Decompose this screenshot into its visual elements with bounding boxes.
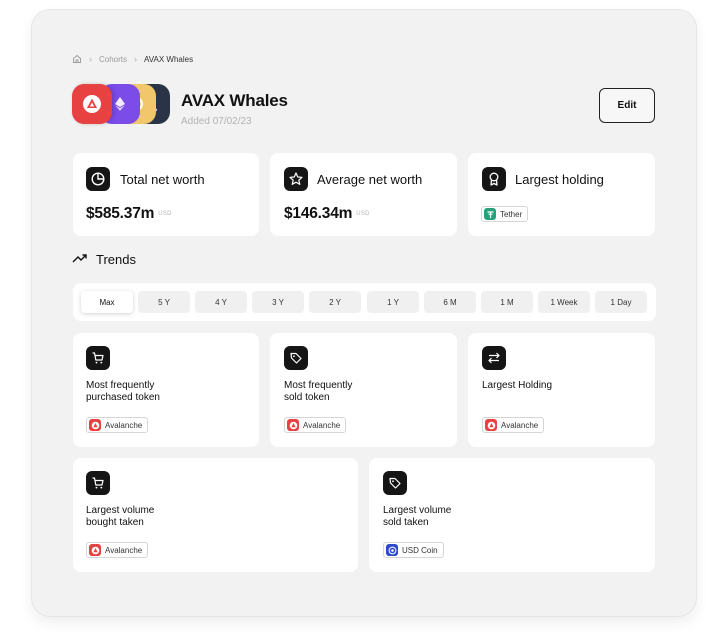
tag-icon	[383, 471, 407, 495]
token-chip[interactable]: Avalanche	[86, 542, 149, 558]
stat-label: Largest holding	[515, 172, 604, 187]
edit-button[interactable]: Edit	[599, 88, 655, 123]
pie-chart-icon	[86, 167, 110, 191]
currency-unit: USD	[158, 211, 172, 217]
tab-1-week[interactable]: 1 Week	[538, 291, 590, 313]
avalanche-icon	[89, 419, 101, 431]
metric-label-line: Largest volume	[86, 505, 155, 516]
page-title: AVAX Whales	[181, 91, 288, 110]
tab-1-day[interactable]: 1 Day	[595, 291, 647, 313]
stat-value: $585.37m USD	[86, 205, 172, 223]
usd-coin-icon	[386, 544, 398, 556]
tab-4y[interactable]: 4 Y	[195, 291, 247, 313]
avalanche-icon	[485, 419, 497, 431]
cohort-token-logos	[72, 84, 172, 126]
avalanche-icon	[287, 419, 299, 431]
metric-label-line: bought taken	[86, 517, 144, 528]
metric-label: Largest Holding	[482, 380, 552, 392]
time-range-tabs: Max 5 Y 4 Y 3 Y 2 Y 1 Y 6 M 1 M 1 Week 1…	[73, 283, 656, 321]
stat-card-average-net-worth: Average net worth $146.34m USD	[270, 153, 457, 236]
stat-amount: $585.37m	[86, 205, 155, 222]
swap-icon	[482, 346, 506, 370]
chevron-right-icon: ›	[89, 54, 92, 64]
token-chip[interactable]: Tether	[481, 206, 529, 222]
token-chip[interactable]: USD Coin	[383, 542, 444, 558]
avalanche-logo-icon	[72, 84, 112, 124]
award-icon	[482, 167, 506, 191]
stat-card-largest-holding: Largest holding Tether	[468, 153, 655, 236]
token-name: Avalanche	[105, 545, 143, 555]
tag-icon	[284, 346, 308, 370]
cart-icon	[86, 471, 110, 495]
trends-header: Trends	[72, 252, 136, 267]
trending-up-icon	[72, 252, 88, 267]
token-chip[interactable]: Avalanche	[284, 417, 347, 433]
tab-3y[interactable]: 3 Y	[252, 291, 304, 313]
metric-card-largest-volume-sold: Largest volume sold taken USD Coin	[369, 458, 655, 572]
tab-1y[interactable]: 1 Y	[367, 291, 419, 313]
tab-5y[interactable]: 5 Y	[138, 291, 190, 313]
token-chip[interactable]: Avalanche	[86, 417, 149, 433]
metric-label: Most frequently purchased token	[86, 380, 160, 404]
tab-1m[interactable]: 1 M	[481, 291, 533, 313]
tab-2y[interactable]: 2 Y	[309, 291, 361, 313]
stat-card-total-net-worth: Total net worth $585.37m USD	[73, 153, 259, 236]
currency-unit: USD	[356, 211, 370, 217]
trends-title: Trends	[96, 252, 136, 267]
metric-label-line: Largest volume	[383, 505, 452, 516]
metric-label-line: sold token	[284, 392, 330, 403]
star-icon	[284, 167, 308, 191]
metric-label-line: Most frequently	[284, 380, 353, 391]
token-name: Avalanche	[105, 420, 143, 430]
metric-label: Most frequently sold token	[284, 380, 352, 404]
stat-label: Average net worth	[317, 172, 423, 187]
added-date: Added 07/02/23	[181, 116, 252, 127]
metric-card-most-purchased: Most frequently purchased token Avalanch…	[73, 333, 259, 447]
tab-max[interactable]: Max	[81, 291, 133, 313]
stat-amount: $146.34m	[284, 205, 353, 222]
metric-label: Largest volume sold taken	[383, 505, 451, 529]
breadcrumb: › Cohorts › AVAX Whales	[72, 54, 193, 64]
metric-label-line: purchased token	[86, 392, 160, 403]
token-chip[interactable]: Avalanche	[482, 417, 545, 433]
metric-label-line: Most frequently	[86, 380, 155, 391]
home-icon[interactable]	[72, 54, 82, 64]
metric-label: Largest volume bought taken	[86, 505, 154, 529]
metric-card-largest-volume-bought: Largest volume bought taken Avalanche	[73, 458, 358, 572]
avalanche-icon	[89, 544, 101, 556]
cohort-header: AVAX Whales Added 07/02/23	[181, 91, 288, 127]
metric-card-largest-holding: Largest Holding Avalanche	[468, 333, 655, 447]
metric-label-line: Largest Holding	[482, 380, 553, 391]
metric-label-line: sold taken	[383, 517, 429, 528]
token-name: USD Coin	[402, 545, 438, 555]
chevron-right-icon: ›	[134, 54, 138, 64]
cart-icon	[86, 346, 110, 370]
stat-value: $146.34m USD	[284, 205, 370, 223]
tether-icon	[484, 208, 496, 220]
tab-6m[interactable]: 6 M	[424, 291, 476, 313]
breadcrumb-cohorts[interactable]: Cohorts	[99, 55, 127, 64]
token-name: Tether	[500, 209, 523, 219]
token-name: Avalanche	[303, 420, 341, 430]
breadcrumb-current: AVAX Whales	[144, 54, 194, 64]
stat-label: Total net worth	[120, 172, 205, 187]
token-name: Avalanche	[501, 420, 539, 430]
metric-card-most-sold: Most frequently sold token Avalanche	[270, 333, 457, 447]
